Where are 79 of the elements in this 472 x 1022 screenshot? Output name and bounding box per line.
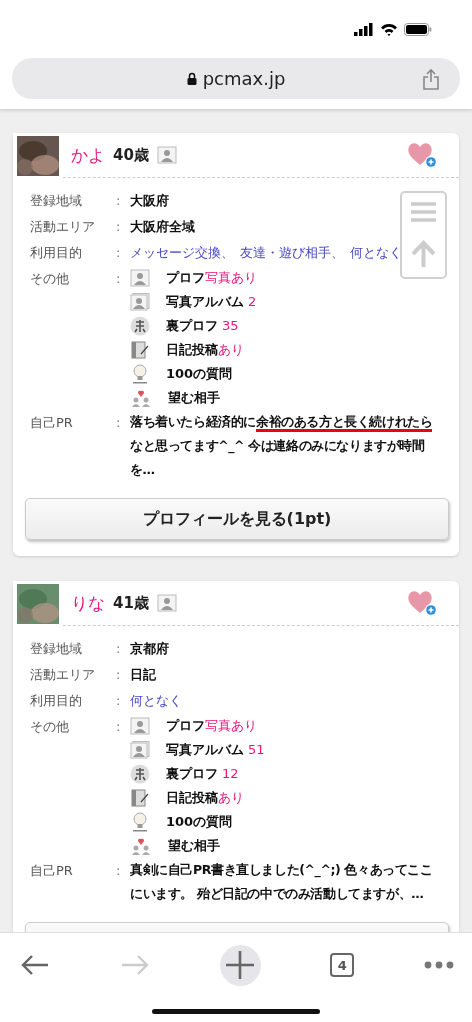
colon: : xyxy=(116,718,121,736)
self-pr-text: 落ち着いたら経済的に余裕のある方と長く続けれたら なと思ってます^_^ 今は連絡のみになりますが時間を… xyxy=(130,413,434,479)
photo-album-icon xyxy=(130,741,150,759)
url-text: pcmax.jp xyxy=(202,68,286,89)
profile-feature[interactable]: プロフ写真あり xyxy=(166,265,257,291)
address-bar[interactable]: pcmax.jp xyxy=(12,58,460,99)
field-label: その他 xyxy=(30,718,69,736)
profile-feature[interactable]: 100の質問 xyxy=(166,361,233,387)
profile-feature[interactable]: 望む相手 xyxy=(168,833,220,859)
colon: : xyxy=(116,192,121,210)
user-age: 40歳 xyxy=(113,145,149,165)
colon: : xyxy=(116,244,121,262)
colon: : xyxy=(116,270,121,288)
profile-photo-icon xyxy=(130,269,150,287)
user-age: 41歳 xyxy=(113,593,149,613)
secret-profile-icon xyxy=(130,764,150,784)
plus-icon xyxy=(226,951,254,979)
lock-icon xyxy=(186,72,197,85)
light-bulb-icon xyxy=(130,363,150,385)
field-label: 自己PR xyxy=(30,862,73,880)
scroll-widget[interactable] xyxy=(400,191,447,279)
share-icon[interactable] xyxy=(422,68,440,90)
signal-icon xyxy=(354,22,374,36)
profile-feature[interactable]: 裏プロフ 12 xyxy=(166,761,239,787)
field-value: 日記 xyxy=(130,666,156,684)
profile-feature[interactable]: 裏プロフ 35 xyxy=(166,313,239,339)
diary-icon xyxy=(130,788,150,808)
secret-profile-icon xyxy=(130,316,150,336)
profile-feature[interactable]: 日記投稿あり xyxy=(166,337,244,363)
more-icon[interactable] xyxy=(424,961,454,969)
profile-feature[interactable]: 望む相手 xyxy=(168,385,220,411)
purpose-link[interactable]: メッセージ交換、 xyxy=(130,240,234,266)
photo-icon xyxy=(156,146,177,164)
field-value: 大阪府 xyxy=(130,192,169,210)
profile-feature[interactable]: 100の質問 xyxy=(166,809,233,835)
colon: : xyxy=(116,640,121,658)
purpose-link[interactable]: 友達・遊び相手、 xyxy=(240,240,344,266)
view-profile-button[interactable]: プロフィールを見る(1pt) xyxy=(25,498,449,540)
field-label: 利用目的 xyxy=(30,692,82,710)
photo-icon xyxy=(156,594,177,612)
field-label: 自己PR xyxy=(30,414,73,432)
self-pr-text: 真剣に自己PR書き直しました(^_^;) 色々あってここにいます。 殆ど日記の中でのみ活動してますが、… xyxy=(130,861,434,903)
forward-icon[interactable] xyxy=(119,953,150,977)
favorite-add-icon[interactable] xyxy=(407,589,437,617)
tab-count-button[interactable]: 4 xyxy=(330,953,355,977)
profile-photo-icon xyxy=(130,717,150,735)
scroll-up-icon[interactable] xyxy=(411,240,436,267)
profile-feature[interactable]: プロフ写真あり xyxy=(166,713,257,739)
field-label: その他 xyxy=(30,270,69,288)
colon: : xyxy=(116,414,121,432)
field-value: 京都府 xyxy=(130,640,169,658)
user-name[interactable]: りな xyxy=(71,591,105,615)
profile-feature[interactable]: 写真アルバム 51 xyxy=(166,737,265,763)
profile-feature[interactable]: 写真アルバム 2 xyxy=(166,289,257,315)
purpose-link[interactable]: 何となく xyxy=(130,688,182,714)
couple-heart-icon xyxy=(130,836,152,856)
favorite-add-icon[interactable] xyxy=(407,141,437,169)
purpose-link[interactable]: 何となく xyxy=(350,240,402,266)
colon: : xyxy=(116,862,121,880)
photo-album-icon xyxy=(130,293,150,311)
menu-icon[interactable] xyxy=(411,201,436,223)
field-label: 登録地域 xyxy=(30,192,82,210)
light-bulb-icon xyxy=(130,811,150,833)
new-tab-button[interactable] xyxy=(219,944,261,986)
colon: : xyxy=(116,666,121,684)
diary-icon xyxy=(130,340,150,360)
profile-feature[interactable]: 日記投稿あり xyxy=(166,785,244,811)
colon: : xyxy=(116,692,121,710)
couple-heart-icon xyxy=(130,388,152,408)
field-label: 利用目的 xyxy=(30,244,82,262)
battery-icon xyxy=(404,22,432,36)
colon: : xyxy=(116,218,121,236)
wifi-icon xyxy=(380,22,398,36)
field-value: 大阪府全域 xyxy=(130,218,195,236)
field-label: 活動エリア xyxy=(30,218,95,236)
field-label: 活動エリア xyxy=(30,666,95,684)
field-label: 登録地域 xyxy=(30,640,82,658)
user-name[interactable]: かよ xyxy=(71,143,105,167)
back-icon[interactable] xyxy=(20,953,50,977)
